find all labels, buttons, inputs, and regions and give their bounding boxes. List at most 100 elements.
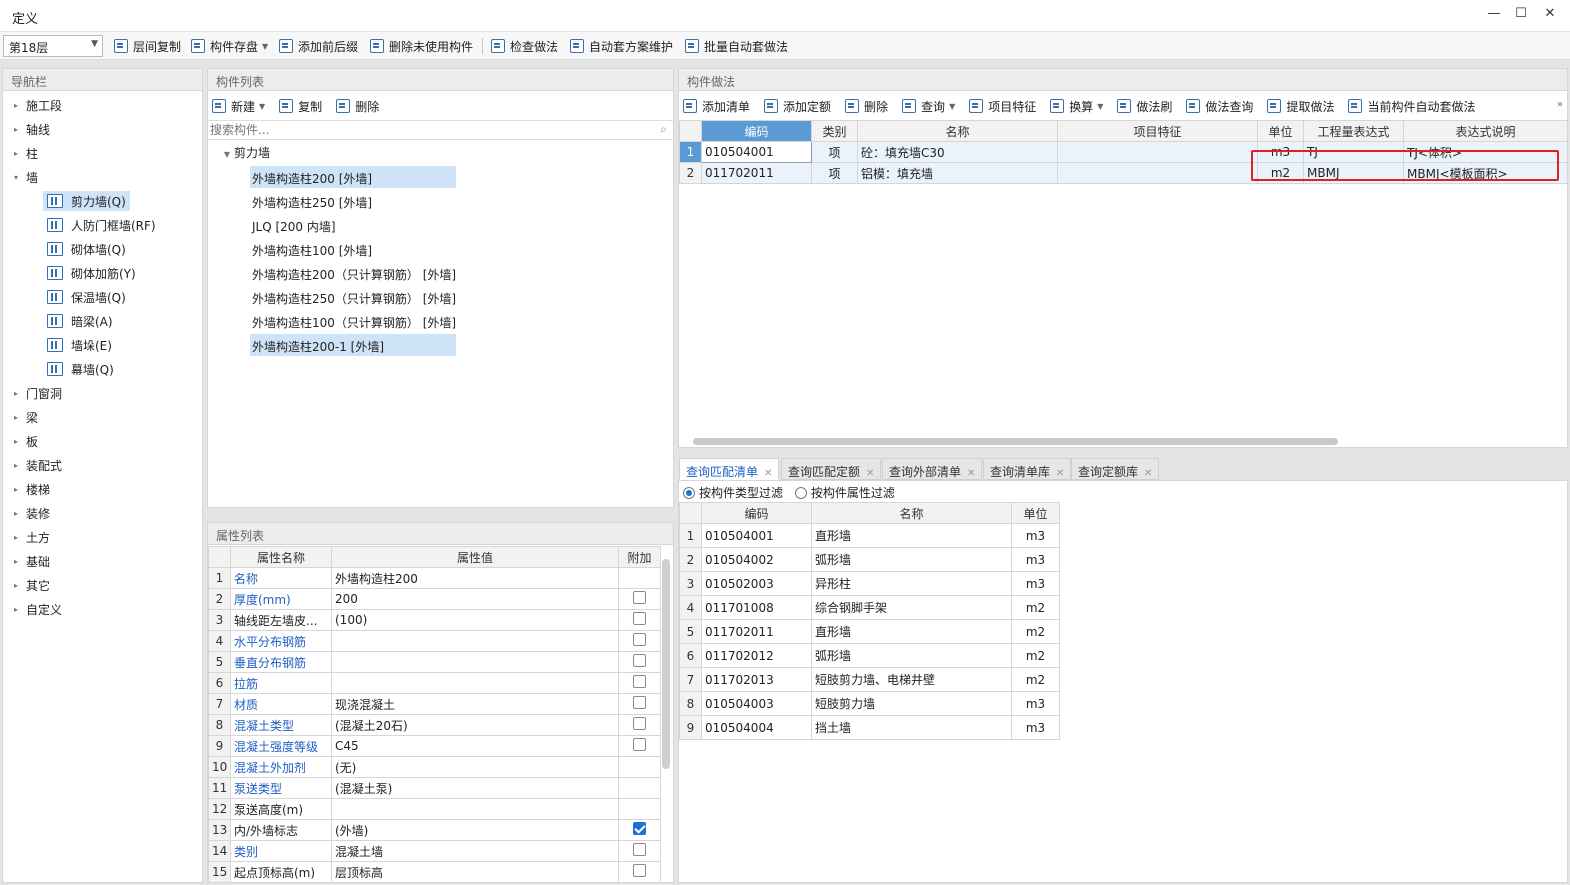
match-name[interactable]: 弧形墙 [811,643,1012,668]
method-feature[interactable] [1057,141,1258,163]
nav-item[interactable]: 墙垛(E) [43,334,116,356]
match-code-header[interactable]: 编码 [701,502,812,524]
method-feature[interactable] [1057,162,1258,184]
property-value[interactable] [331,798,619,820]
component-search-input[interactable] [208,121,638,139]
property-row[interactable]: 9 混凝土强度等级 C45 [208,735,661,757]
chevron-right-icon[interactable]: ▸ [9,437,23,446]
add-quota-button[interactable]: 添加定额 [764,97,831,115]
nav-item[interactable]: 砌体加筋(Y) [43,262,140,284]
nav-item[interactable]: ▸ 柱 [9,142,38,164]
match-name[interactable]: 直形墙 [811,619,1012,644]
method-query-button[interactable]: 做法查询 [1186,97,1253,115]
method-code[interactable]: 011702011 [701,162,812,184]
chevron-right-icon[interactable]: ▸ [9,485,23,494]
component-item[interactable]: 外墙构造柱100（只计算钢筋） [外墙] [250,310,456,332]
property-value[interactable]: 现浇混凝土 [331,693,619,715]
category-header[interactable]: 类别 [811,120,858,142]
method-code[interactable]: 010504001 [701,141,812,163]
nav-item[interactable]: 幕墙(Q) [43,358,118,380]
match-unit[interactable]: m2 [1011,643,1060,668]
match-code[interactable]: 011702012 [701,643,812,668]
nav-item[interactable]: ▸ 轴线 [9,118,50,140]
match-unit[interactable]: m2 [1011,595,1060,620]
chevron-right-icon[interactable]: ▸ [9,557,23,566]
match-name[interactable]: 弧形墙 [811,547,1012,572]
extra-checkbox[interactable] [633,696,646,709]
nav-item[interactable]: 保温墙(Q) [43,286,130,308]
component-item[interactable]: 外墙构造柱200 [外墙] [250,166,456,188]
property-value[interactable]: C45 [331,735,619,757]
property-row[interactable]: 2 厚度(mm) 200 [208,588,661,610]
match-name[interactable]: 综合钢脚手架 [811,595,1012,620]
method-name[interactable]: 砼：填充墙C30 [857,141,1058,163]
tab-match-quota[interactable]: 查询匹配定额 ✕ [781,458,882,480]
filter-by-type-radio[interactable]: 按构件类型过滤 [683,486,783,500]
match-unit[interactable]: m3 [1011,523,1060,548]
component-item[interactable]: 外墙构造柱250 [外墙] [250,190,456,212]
match-unit[interactable]: m3 [1011,547,1060,572]
name-header[interactable]: 名称 [857,120,1058,142]
nav-item[interactable]: ▸ 其它 [9,574,50,596]
method-name[interactable]: 铝模：填充墙 [857,162,1058,184]
unit-header[interactable]: 单位 [1257,120,1304,142]
new-component-button[interactable]: 新建 ▼ [212,97,265,115]
nav-item[interactable]: ▾ 墙 [9,166,38,188]
chevron-right-icon[interactable]: ▸ [9,533,23,542]
property-row[interactable]: 8 混凝土类型 (混凝土20石) [208,714,661,736]
property-value[interactable]: 混凝土墙 [331,840,619,862]
nav-item[interactable]: ▸ 土方 [9,526,50,548]
match-row[interactable]: 7 011702013 短肢剪力墙、电梯井壁 m2 [679,667,1060,692]
property-row[interactable]: 3 轴线距左墙皮... (100) [208,609,661,631]
component-group[interactable]: ▼ 剪力墙 [220,144,270,161]
extra-checkbox[interactable] [633,633,646,646]
property-value[interactable]: (100) [331,609,619,631]
match-name-header[interactable]: 名称 [811,502,1012,524]
chevron-right-icon[interactable]: ▸ [9,149,23,158]
match-name[interactable]: 短肢剪力墙 [811,691,1012,716]
chevron-right-icon[interactable]: ▸ [9,605,23,614]
nav-item[interactable]: 暗梁(A) [43,310,117,332]
component-item[interactable]: 外墙构造柱100 [外墙] [250,238,456,260]
property-value[interactable]: 外墙构造柱200 [331,567,619,589]
extra-checkbox[interactable] [633,654,646,667]
expression-desc-header[interactable]: 表达式说明 [1403,120,1568,142]
match-row[interactable]: 9 010504004 挡土墙 m3 [679,715,1060,740]
nav-item[interactable]: 砌体墙(Q) [43,238,130,260]
tab-quota-library[interactable]: 查询定额库 ✕ [1071,458,1160,480]
match-code[interactable]: 010504003 [701,691,812,716]
property-row[interactable]: 6 拉筋 [208,672,661,694]
nav-item[interactable]: ▸ 装修 [9,502,50,524]
nav-item[interactable]: ▸ 梁 [9,406,38,428]
match-row[interactable]: 8 010504003 短肢剪力墙 m3 [679,691,1060,716]
match-name[interactable]: 短肢剪力墙、电梯井壁 [811,667,1012,692]
component-item[interactable]: 外墙构造柱200-1 [外墙] [250,334,456,356]
chevron-right-icon[interactable]: ▸ [9,509,23,518]
method-hscrollbar[interactable] [693,438,1338,445]
nav-item[interactable]: ▸ 装配式 [9,454,62,476]
extra-checkbox[interactable] [633,675,646,688]
property-value[interactable] [331,672,619,694]
match-unit[interactable]: m3 [1011,691,1060,716]
component-item[interactable]: 外墙构造柱200（只计算钢筋） [外墙] [250,262,456,284]
match-unit-header[interactable]: 单位 [1011,502,1060,524]
chevron-right-icon[interactable]: ▸ [9,389,23,398]
check-method-button[interactable]: 检查做法 [491,37,558,55]
close-button[interactable]: ✕ [1540,6,1560,24]
property-row[interactable]: 15 起点顶标高(m) 层顶标高 [208,861,661,882]
match-name[interactable]: 直形墙 [811,523,1012,548]
delete-component-button[interactable]: 删除 [336,97,379,115]
match-code[interactable]: 010504002 [701,547,812,572]
auto-scheme-button[interactable]: 自动套方案维护 [570,37,673,55]
property-row[interactable]: 11 泵送类型 (混凝土泵) [208,777,661,799]
match-row[interactable]: 5 011702011 直形墙 m2 [679,619,1060,644]
maximize-button[interactable]: ☐ [1511,6,1531,24]
auto-apply-button[interactable]: 当前构件自动套做法 [1348,97,1475,115]
match-unit[interactable]: m3 [1011,715,1060,740]
method-brush-button[interactable]: 做法刷 [1117,97,1172,115]
nav-item[interactable]: ▸ 基础 [9,550,50,572]
match-name[interactable]: 异形柱 [811,571,1012,596]
close-icon[interactable]: ✕ [967,468,975,479]
chevron-right-icon[interactable]: ▸ [9,101,23,110]
match-unit[interactable]: m2 [1011,619,1060,644]
